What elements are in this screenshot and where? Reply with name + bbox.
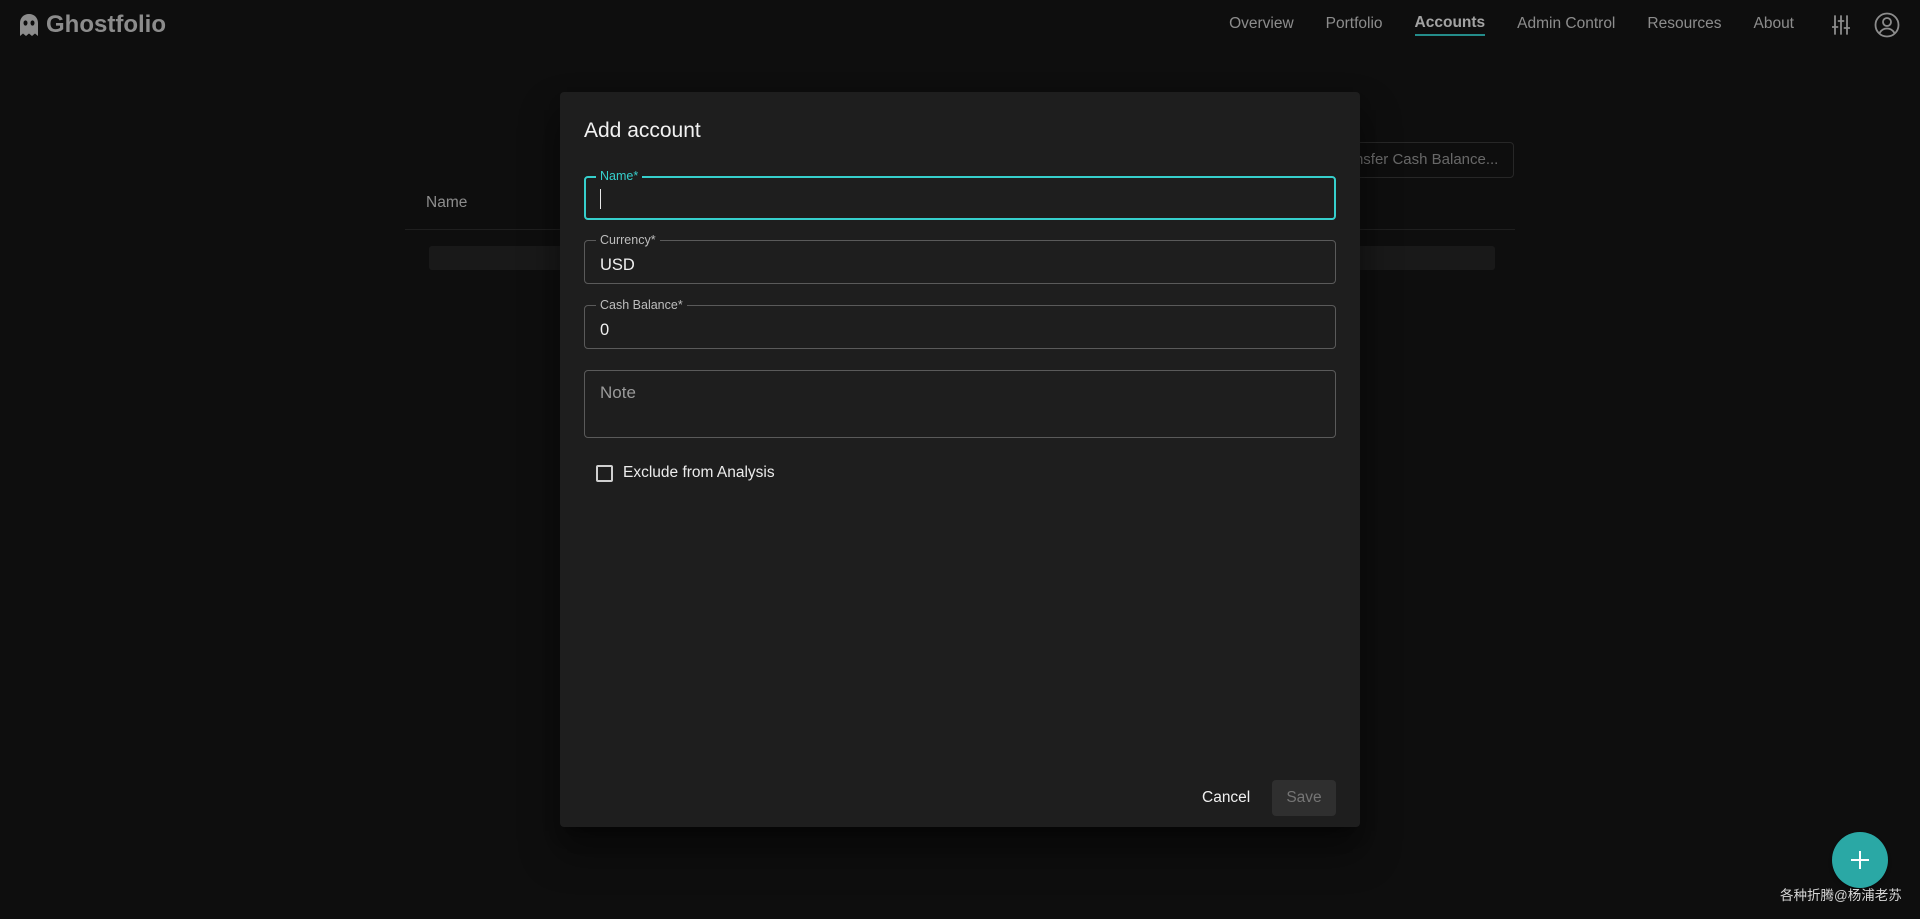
text-caret bbox=[600, 189, 601, 209]
currency-select[interactable] bbox=[600, 253, 1320, 277]
cash-balance-field-label: Cash Balance* bbox=[596, 297, 687, 313]
add-account-fab[interactable] bbox=[1832, 832, 1888, 888]
name-input[interactable] bbox=[600, 189, 1320, 213]
exclude-from-analysis-checkbox[interactable] bbox=[596, 464, 613, 482]
name-field-label: Name* bbox=[596, 168, 643, 184]
note-field[interactable] bbox=[584, 370, 1336, 438]
cash-balance-field[interactable]: Cash Balance* bbox=[584, 297, 1336, 349]
dialog-title: Add account bbox=[584, 119, 701, 142]
exclude-from-analysis-option[interactable]: Exclude from Analysis bbox=[596, 464, 775, 482]
watermark-text: 各种折腾@杨浦老苏 bbox=[1780, 888, 1902, 903]
plus-icon bbox=[1851, 851, 1869, 869]
add-account-dialog: Add account Name* Currency* Cash Balance… bbox=[560, 92, 1360, 827]
name-field[interactable]: Name* bbox=[584, 168, 1336, 220]
cash-balance-input[interactable] bbox=[600, 318, 1320, 342]
currency-field[interactable]: Currency* bbox=[584, 232, 1336, 284]
save-button[interactable]: Save bbox=[1272, 780, 1336, 816]
exclude-from-analysis-label: Exclude from Analysis bbox=[623, 464, 775, 481]
note-textarea[interactable] bbox=[600, 383, 1320, 427]
currency-field-label: Currency* bbox=[596, 232, 660, 248]
cancel-button[interactable]: Cancel bbox=[1200, 780, 1252, 816]
